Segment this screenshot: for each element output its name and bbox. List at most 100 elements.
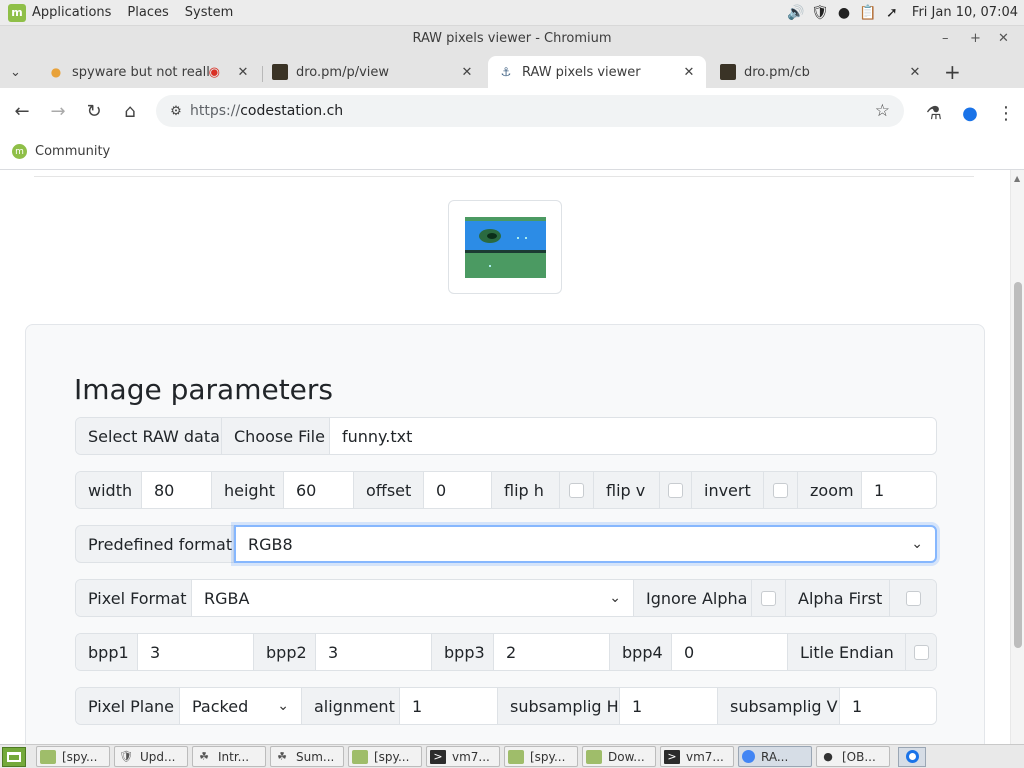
address-bar[interactable]: ⚙ https:// codestation.ch ☆ [156,95,904,127]
close-tab-icon[interactable]: ✕ [232,65,254,80]
folder-icon [508,749,524,764]
profile-button[interactable]: ● [952,95,988,131]
scrollbar-thumb[interactable] [1014,282,1022,648]
task-item[interactable]: ☘ Intr... [192,746,266,767]
task-item[interactable]: > vm7... [426,746,500,767]
new-tab-button[interactable]: + [934,56,968,88]
terminal-favicon-icon [272,64,288,80]
alpha-first-checkbox[interactable] [890,580,936,616]
menu-applications[interactable]: Applications [32,5,111,20]
task-item[interactable]: > vm7... [660,746,734,767]
bpp2-input[interactable]: 3 [316,634,432,670]
offset-label: offset [354,472,424,508]
volume-icon[interactable]: 🔊 [786,4,806,22]
tab-title: dro.pm/p/view [296,64,390,80]
offset-input[interactable]: 0 [424,472,492,508]
task-item[interactable]: 🛡 Upd... [114,746,188,767]
chevron-down-icon: ⌄ [10,64,21,80]
bpp2-label: bpp2 [254,634,316,670]
choose-file-button[interactable]: Choose File [222,418,330,454]
menu-button[interactable]: ⋮ [988,95,1024,131]
section-heading: Image parameters [74,373,333,406]
little-endian-checkbox[interactable] [906,634,936,670]
close-tab-icon[interactable]: ✕ [678,65,700,80]
back-button[interactable]: ← [4,93,40,129]
task-item-active[interactable]: RA... [738,746,812,767]
bpp-group: bpp1 3 bpp2 3 bpp3 2 bpp4 0 Litle Endian [75,633,937,671]
tab-spyware[interactable]: ● spyware but not really ◉ ✕ [38,56,260,88]
shield-icon[interactable]: 🛡 [810,4,830,22]
task-item[interactable]: Dow... [582,746,656,767]
tab-favicon-icon: ● [50,65,62,79]
menu-system[interactable]: System [185,5,233,20]
os-taskbar: [spy... 🛡 Upd... ☘ Intr... ☘ Sum... [spy...… [0,744,1024,768]
bpp3-input[interactable]: 2 [494,634,610,670]
forward-button[interactable]: → [40,93,76,129]
bpp1-input[interactable]: 3 [138,634,254,670]
subsampling-v-input[interactable]: 1 [840,688,936,724]
flip-v-label: flip v [594,472,660,508]
predefined-format-select[interactable]: RGB8 ⌄ [234,525,937,563]
network-icon[interactable]: ➚ [882,4,902,22]
width-input[interactable]: 80 [142,472,212,508]
bpp4-input[interactable]: 0 [672,634,788,670]
task-item[interactable]: ☘ Sum... [270,746,344,767]
reload-button[interactable]: ↻ [76,93,112,129]
little-endian-label: Litle Endian [788,634,906,670]
height-input[interactable]: 60 [284,472,354,508]
alpha-first-label: Alpha First [786,580,890,616]
invert-checkbox[interactable] [764,472,798,508]
obs-icon[interactable]: ● [834,4,854,22]
scroll-up-icon[interactable]: ▲ [1014,174,1020,183]
task-item[interactable]: [spy... [36,746,110,767]
tab-list-button[interactable]: ⌄ [0,56,36,88]
ignore-alpha-checkbox[interactable] [752,580,786,616]
tab-raw-pixels-viewer[interactable]: ⚓ RAW pixels viewer ✕ [488,56,706,88]
alignment-input[interactable]: 1 [400,688,498,724]
chromium-tray-icon[interactable] [898,746,926,767]
terminal-icon: > [430,749,446,764]
page-scrollbar[interactable]: ▲ [1010,170,1024,744]
bookmark-community[interactable]: m Community [12,144,110,159]
bookmark-star-icon[interactable]: ☆ [875,101,890,121]
tab-dro-cb[interactable]: dro.pm/cb ✕ [710,56,932,88]
pixel-plane-select[interactable]: Packed ⌄ [180,688,302,724]
flip-v-checkbox[interactable] [660,472,692,508]
os-top-panel: m Applications Places System 🔊 🛡 ● 📋 ➚ F… [0,0,1024,26]
close-window-icon[interactable]: ✕ [998,26,1009,52]
menu-places[interactable]: Places [127,5,168,20]
subsampling-h-input[interactable]: 1 [620,688,718,724]
show-desktop-button[interactable] [2,746,26,767]
mint-menu-icon[interactable]: m [8,3,26,22]
close-tab-icon[interactable]: ✕ [904,65,926,80]
pixel-format-label: Pixel Format [76,580,192,616]
mint-bookmark-icon: m [12,144,27,159]
task-item[interactable]: [spy... [348,746,422,767]
minimize-icon[interactable]: – [942,26,949,52]
labs-button[interactable]: ⚗ [916,95,952,131]
browser-toolbar: ← → ↻ ⌂ ⚙ https:// codestation.ch ☆ ⚗ ● … [0,88,1024,134]
divider [34,176,974,177]
close-tab-icon[interactable]: ✕ [456,65,478,80]
pixel-format-select[interactable]: RGBA ⌄ [192,580,634,616]
task-item[interactable]: [spy... [504,746,578,767]
height-label: height [212,472,284,508]
invert-label: invert [692,472,764,508]
bpp3-label: bpp3 [432,634,494,670]
clipboard-icon[interactable]: 📋 [858,4,878,22]
tab-dro-view[interactable]: dro.pm/p/view ✕ [262,56,484,88]
zoom-label: zoom [798,472,862,508]
site-info-icon[interactable]: ⚙ [162,104,190,119]
flip-h-label: flip h [492,472,560,508]
flask-icon: ⚗ [925,102,943,124]
file-name-display[interactable]: funny.txt [330,418,936,454]
clock[interactable]: Fri Jan 10, 07:04 [912,5,1018,20]
zoom-input[interactable]: 1 [862,472,936,508]
person-icon: ● [962,102,978,124]
alignment-label: alignment [302,688,400,724]
maximize-icon[interactable]: + [970,26,981,52]
task-item[interactable]: ● [OB... [816,746,890,767]
flip-h-checkbox[interactable] [560,472,594,508]
chevron-down-icon: ⌄ [911,536,923,552]
home-button[interactable]: ⌂ [112,93,148,129]
